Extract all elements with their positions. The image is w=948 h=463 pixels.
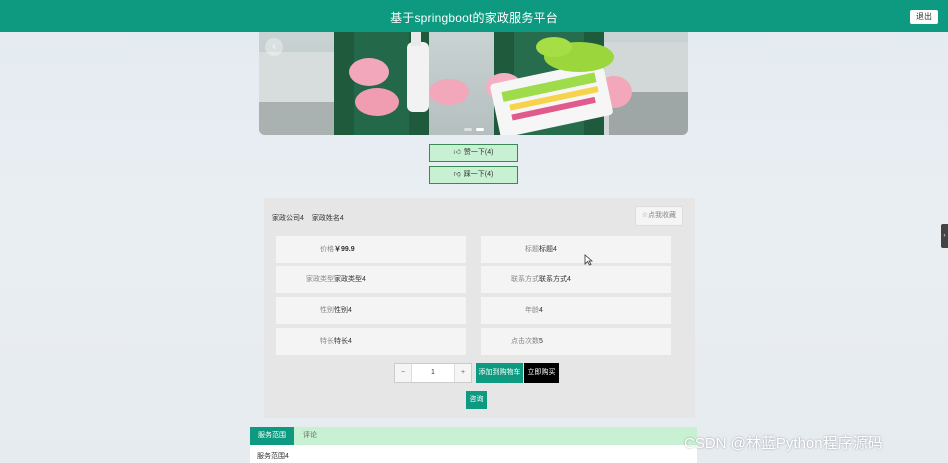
field-specialty: 特长 特长4 (276, 328, 466, 355)
field-label: 家政类型 (306, 276, 334, 283)
tab-service-scope[interactable]: 服务范围 (250, 427, 294, 445)
field-value: 家政类型4 (334, 276, 366, 283)
field-label: 点击次数 (511, 338, 539, 345)
thumbs-up-label: 赞一下(4) (463, 149, 494, 156)
favorite-button[interactable]: ☆点我收藏 (634, 206, 683, 226)
add-to-cart-button[interactable]: 添加到购物车 (476, 363, 523, 383)
field-value: 4 (539, 307, 543, 314)
field-label: 联系方式 (511, 276, 539, 283)
increment-button[interactable]: + (454, 364, 471, 382)
field-service-type: 家政类型 家政类型4 (276, 266, 466, 293)
tab-comments[interactable]: 评论 (294, 427, 326, 445)
company-name: 家政公司4 (272, 215, 304, 222)
field-value: 性别4 (334, 307, 352, 314)
carousel-prev-icon[interactable]: ‹ (265, 38, 283, 56)
banner-carousel[interactable]: ‹ (259, 32, 688, 135)
field-contact: 联系方式 联系方式4 (481, 266, 671, 293)
field-age: 年龄 4 (481, 297, 671, 324)
field-title: 标题 标题4 (481, 236, 671, 263)
detail-tabs: 服务范围 评论 服务范围4 (250, 427, 697, 463)
tab-content: 服务范围4 (257, 453, 289, 460)
buy-now-button[interactable]: 立即购买 (524, 363, 559, 383)
banner-image (259, 32, 688, 135)
field-label: 特长 (320, 338, 334, 345)
thumbs-down-label: 踩一下(4) (463, 171, 494, 178)
thumbs-up-button[interactable]: 👍︎ 赞一下(4) (429, 144, 518, 162)
field-price: 价格 ￥99.9 (276, 236, 466, 263)
field-label: 性别 (320, 307, 334, 314)
side-panel-toggle-icon[interactable]: ‹ (941, 224, 948, 248)
carousel-dot-active[interactable] (475, 128, 484, 131)
decrement-button[interactable]: − (395, 364, 412, 382)
detail-heading: 家政公司4 家政姓名4 (272, 213, 344, 223)
mouse-cursor-icon (584, 253, 594, 271)
field-label: 年龄 (525, 307, 539, 314)
field-value: 5 (539, 338, 543, 345)
carousel-dot[interactable] (463, 128, 472, 131)
field-label: 标题 (525, 246, 539, 253)
favorite-label: 点我收藏 (648, 212, 676, 219)
quantity-stepper: − 1 + (394, 363, 472, 383)
top-navigation-bar: 基于springboot的家政服务平台 退出 (0, 0, 948, 32)
thumbs-down-icon: 👎︎ (453, 171, 461, 178)
field-value: 特长4 (334, 338, 352, 345)
thumbs-up-icon: 👍︎ (453, 149, 461, 156)
field-value: 标题4 (539, 246, 557, 253)
quantity-input[interactable]: 1 (412, 364, 454, 382)
logout-button[interactable]: 退出 (910, 10, 938, 24)
field-label: 价格 (320, 246, 334, 253)
watermark: CSDN @林蓝Python程序源码 (684, 435, 883, 452)
site-title: 基于springboot的家政服务平台 (390, 11, 558, 25)
consult-button[interactable]: 咨询 (466, 391, 487, 409)
field-click-count: 点击次数 5 (481, 328, 671, 355)
thumbs-down-button[interactable]: 👎︎ 踩一下(4) (429, 166, 518, 184)
carousel-indicators (259, 128, 688, 131)
field-value: 联系方式4 (539, 276, 571, 283)
field-gender: 性别 性别4 (276, 297, 466, 324)
field-value: ￥99.9 (334, 246, 355, 253)
worker-name: 家政姓名4 (311, 215, 344, 222)
